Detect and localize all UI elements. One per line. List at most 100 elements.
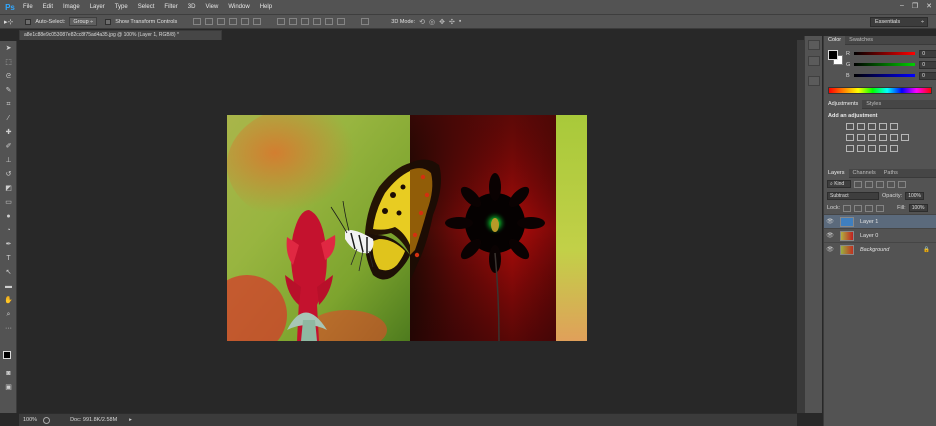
visibility-eye-icon[interactable]: 👁 [824,218,836,225]
menu-layer[interactable]: Layer [85,0,110,14]
show-transform-checkbox[interactable] [105,18,112,25]
pixel-filter-icon[interactable] [854,180,862,188]
screen-mode-icon[interactable]: ▣ [3,383,14,393]
black-white-icon[interactable] [868,134,876,141]
fill-input[interactable]: 100% [908,204,928,212]
tab-styles[interactable]: Styles [862,100,885,109]
channel-mixer-icon[interactable] [890,134,898,141]
dodge-tool-icon[interactable]: ◔ [3,226,14,236]
shape-filter-icon[interactable] [887,180,895,188]
color-lookup-icon[interactable] [901,134,909,141]
auto-select-dropdown[interactable]: Group ÷ [69,17,98,26]
tab-swatches[interactable]: Swatches [845,36,877,45]
green-value-input[interactable]: 0 [919,60,936,69]
pen-tool-icon[interactable]: ✒ [3,240,14,250]
menu-filter[interactable]: Filter [159,0,182,14]
visibility-eye-icon[interactable]: 👁 [824,232,836,239]
quick-mask-icon[interactable]: ◙ [3,369,14,379]
tab-channels[interactable]: Channels [849,169,880,178]
visibility-eye-icon[interactable]: 👁 [824,246,836,253]
blend-mode-dropdown[interactable]: Subtract [827,192,879,200]
crop-tool-icon[interactable]: ⌗ [3,100,14,110]
gradient-map-icon[interactable] [879,145,887,152]
move-tool-icon[interactable]: ▸⊹ [4,18,13,26]
foreground-color-swatch[interactable] [3,351,11,359]
properties-panel-icon[interactable] [808,56,820,66]
hand-tool-icon[interactable]: ✋ [3,296,14,306]
minimize-button[interactable]: – [900,2,904,10]
3d-orbit-icon[interactable]: ⟲ [419,18,425,26]
invert-icon[interactable] [846,145,854,152]
lock-pixels-icon[interactable] [854,204,863,212]
3d-pan-icon[interactable]: ✥ [439,18,445,26]
character-panel-icon[interactable] [808,76,820,86]
marquee-tool-icon[interactable]: ⬚ [3,58,14,68]
auto-select-checkbox[interactable] [25,18,32,25]
3d-scale-icon[interactable]: ▪ [459,18,461,25]
tab-adjustments[interactable]: Adjustments [824,99,863,109]
green-slider[interactable] [854,63,916,66]
menu-view[interactable]: View [200,0,223,14]
close-button[interactable]: ✕ [926,2,932,10]
type-filter-icon[interactable] [876,180,884,188]
eraser-tool-icon[interactable]: ◩ [3,184,14,194]
restore-button[interactable]: ❐ [912,2,918,10]
opacity-input[interactable]: 100% [905,192,924,200]
type-tool-icon[interactable]: T [3,254,14,264]
blue-slider[interactable] [853,74,916,77]
menu-edit[interactable]: Edit [38,0,58,14]
curves-icon[interactable] [868,123,876,130]
selective-color-icon[interactable] [890,145,898,152]
distribute-hcenter-icon[interactable] [325,18,334,25]
auto-align-icon[interactable] [361,18,370,25]
color-spectrum[interactable] [828,87,932,94]
gradient-tool-icon[interactable]: ▭ [3,198,14,208]
blue-value-input[interactable]: 0 [919,71,936,80]
zoom-tool-icon[interactable]: ⌕ [3,310,14,320]
tab-layers[interactable]: Layers [824,168,849,178]
zoom-level[interactable]: 100% [23,417,37,423]
align-vcenter-icon[interactable] [205,18,214,25]
move-tool-icon[interactable]: ➤ [3,44,14,54]
tab-paths[interactable]: Paths [880,169,902,178]
layer-filter-dropdown[interactable]: ⌕ Kind [827,180,851,188]
history-brush-tool-icon[interactable]: ↺ [3,170,14,180]
menu-file[interactable]: File [18,0,38,14]
brush-tool-icon[interactable]: ✐ [3,142,14,152]
menu-image[interactable]: Image [58,0,85,14]
healing-brush-tool-icon[interactable]: ✚ [3,128,14,138]
layer-row-background[interactable]: 👁 Background 🔒 [824,242,936,256]
vertical-scrollbar[interactable] [797,40,804,413]
workspace-switcher[interactable]: Essentials ÷ [870,17,928,27]
more-tools-icon[interactable]: ··· [3,324,14,334]
document-image[interactable] [227,115,587,341]
lock-all-icon[interactable] [876,204,885,212]
distribute-top-icon[interactable] [277,18,286,25]
status-arrow-icon[interactable]: ▸ [129,417,132,423]
menu-select[interactable]: Select [133,0,160,14]
lasso-tool-icon[interactable]: ᘓ [3,72,14,82]
path-select-tool-icon[interactable]: ↖ [3,268,14,278]
blur-tool-icon[interactable]: ● [3,212,14,222]
foreground-color-swatch[interactable] [828,50,838,60]
clone-stamp-tool-icon[interactable]: ⊥ [3,156,14,166]
align-bottom-icon[interactable] [217,18,226,25]
distribute-vcenter-icon[interactable] [289,18,298,25]
align-right-icon[interactable] [253,18,262,25]
lock-transparent-icon[interactable] [843,204,852,212]
layer-row-layer-0[interactable]: 👁 Layer 0 [824,228,936,242]
menu-type[interactable]: Type [110,0,133,14]
menu-3d[interactable]: 3D [183,0,201,14]
levels-icon[interactable] [857,123,865,130]
red-slider[interactable] [853,52,916,55]
align-left-icon[interactable] [229,18,238,25]
document-tab[interactable]: a8e1c88e9c053087e82cc8f75ad4a35.jpg @ 10… [19,30,222,40]
3d-slide-icon[interactable]: ✣ [449,18,455,26]
align-hcenter-icon[interactable] [241,18,250,25]
menu-help[interactable]: Help [255,0,277,14]
photo-filter-icon[interactable] [879,134,887,141]
quick-select-tool-icon[interactable]: ✎ [3,86,14,96]
rectangle-tool-icon[interactable]: ▬ [3,282,14,292]
hue-saturation-icon[interactable] [846,134,854,141]
brightness-contrast-icon[interactable] [846,123,854,130]
